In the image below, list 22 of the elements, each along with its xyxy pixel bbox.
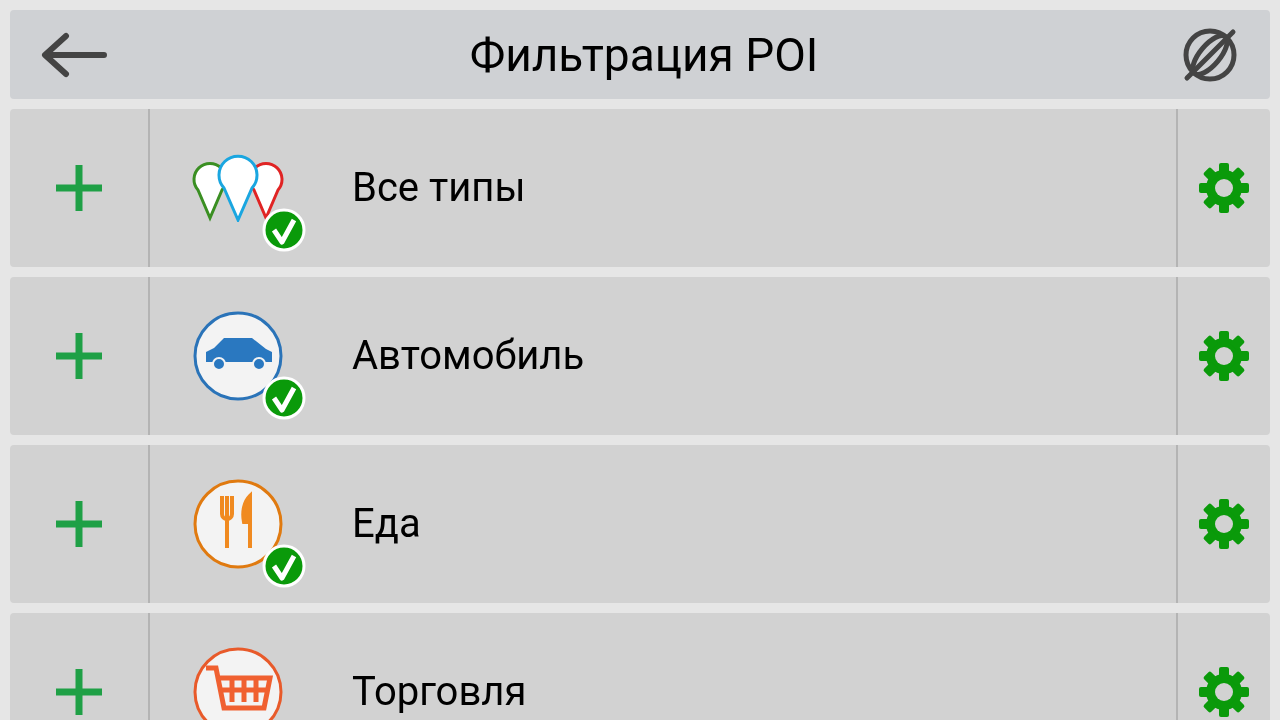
fork-knife-icon <box>192 478 284 570</box>
plus-icon <box>56 165 102 211</box>
map-pins-icon <box>192 154 284 222</box>
category-row[interactable]: Еда <box>10 445 1270 603</box>
shopping-cart-icon <box>192 646 284 720</box>
settings-icon <box>1197 329 1251 383</box>
plus-icon <box>56 669 102 715</box>
settings-icon <box>1197 665 1251 719</box>
car-icon <box>192 310 284 402</box>
settings-icon <box>1197 161 1251 215</box>
category-label: Еда <box>352 504 421 544</box>
plus-icon <box>56 501 102 547</box>
back-arrow-icon <box>40 31 108 78</box>
screen-title: Фильтрация POI <box>469 31 819 78</box>
category-row[interactable]: Все типы <box>10 109 1270 267</box>
category-label: Торговля <box>352 672 527 712</box>
category-label: Автомобиль <box>352 336 585 376</box>
plus-icon <box>56 333 102 379</box>
category-row[interactable]: Торговля <box>10 613 1270 720</box>
settings-icon <box>1197 497 1251 551</box>
category-label: Все типы <box>352 168 526 208</box>
category-row[interactable]: Автомобиль <box>10 277 1270 435</box>
